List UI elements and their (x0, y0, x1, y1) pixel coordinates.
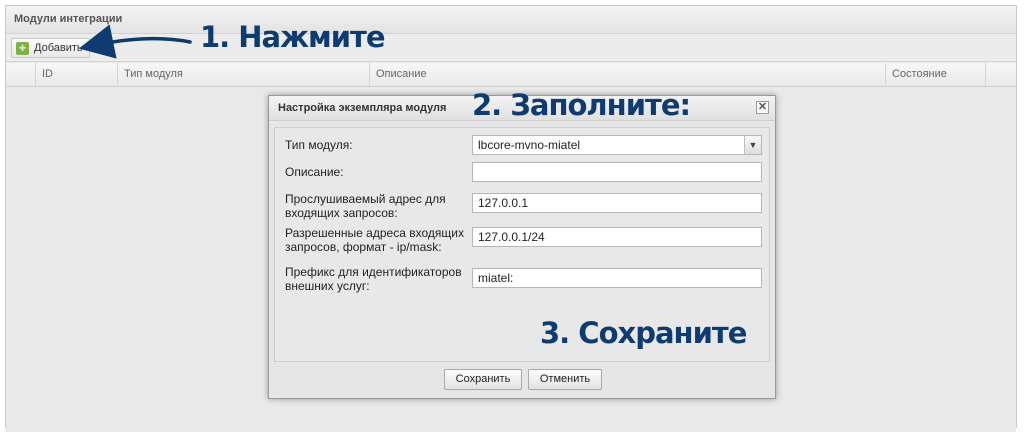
form-row-allowed-addresses: Разрешенные адреса входящих запросов, фо… (275, 224, 769, 258)
dialog-footer: Сохранить Отменить (269, 364, 775, 398)
module-type-value: lbcore-mvno-miatel (478, 138, 581, 152)
dialog-title: Настройка экземпляра модуля (278, 102, 447, 114)
module-type-label: Тип модуля: (285, 138, 353, 152)
chevron-down-icon[interactable]: ▼ (744, 136, 761, 154)
listen-address-input[interactable] (472, 193, 762, 213)
form-row-service-prefix: Префикс для идентификаторов внешних услу… (275, 263, 769, 297)
annotation-step1: 1. Нажмите (200, 20, 385, 54)
close-icon[interactable]: ✕ (756, 101, 769, 114)
cancel-button[interactable]: Отменить (528, 369, 602, 390)
module-settings-dialog: Настройка экземпляра модуля ✕ Тип модуля… (268, 95, 776, 399)
allowed-addresses-label: Разрешенные адреса входящих запросов, фо… (285, 226, 464, 254)
service-prefix-input[interactable] (472, 268, 762, 288)
annotation-step3: 3. Сохраните (540, 316, 747, 350)
form-row-listen-address: Прослушиваемый адрес для входящих запрос… (275, 189, 769, 223)
module-type-select[interactable]: lbcore-mvno-miatel ▼ (472, 135, 762, 155)
description-input[interactable] (472, 162, 762, 182)
save-button[interactable]: Сохранить (444, 369, 522, 390)
form-row-module-type: Тип модуля: lbcore-mvno-miatel ▼ (275, 134, 769, 156)
allowed-addresses-input[interactable] (472, 227, 762, 247)
listen-address-label: Прослушиваемый адрес для входящих запрос… (285, 192, 446, 220)
service-prefix-label: Префикс для идентификаторов внешних услу… (285, 265, 462, 293)
annotation-step2: 2. Заполните: (472, 88, 691, 122)
description-label: Описание: (285, 165, 344, 179)
arrow-to-add-button (78, 24, 192, 59)
form-row-description: Описание: (275, 161, 769, 183)
